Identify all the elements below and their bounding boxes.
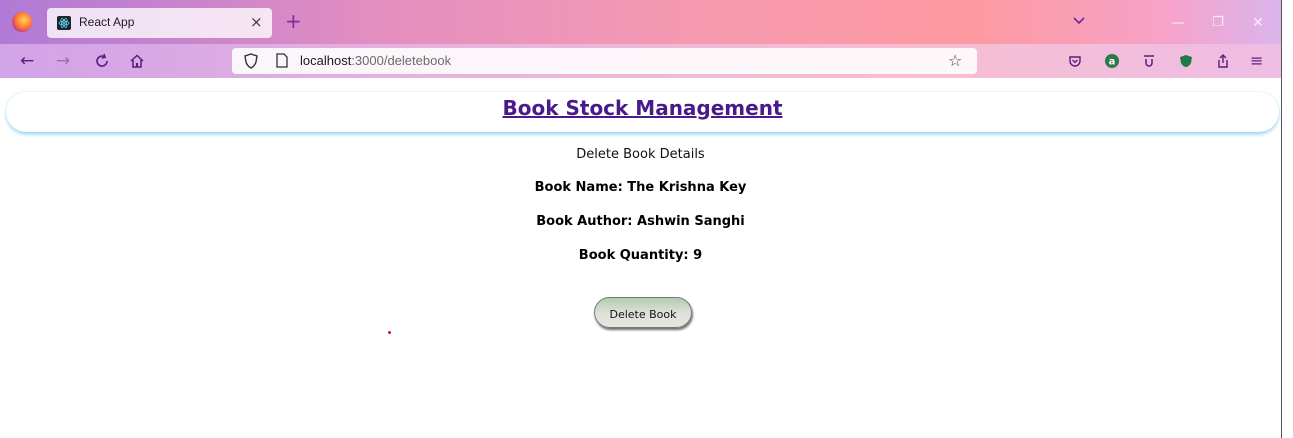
book-quantity-text: Book Quantity: 9 xyxy=(578,248,703,263)
tab-title: React App xyxy=(79,15,135,29)
bookmark-star-icon[interactable]: ☆ xyxy=(948,51,962,70)
tab-list-icon[interactable] xyxy=(1073,14,1085,28)
window-minimize-button[interactable]: — xyxy=(1160,10,1196,36)
page-info-icon[interactable] xyxy=(276,53,288,72)
header-card: Book Stock Management xyxy=(6,92,1279,132)
download-icon[interactable] xyxy=(1142,53,1156,67)
menu-icon[interactable]: ≡ xyxy=(1250,50,1263,72)
browser-tab-bar: React App × + — ❐ ✕ xyxy=(0,0,1293,44)
account-icon[interactable]: a xyxy=(1105,53,1119,68)
url-text: localhost:3000/deletebook xyxy=(300,53,451,68)
svg-text:a: a xyxy=(1109,57,1116,68)
url-host: localhost xyxy=(300,53,352,68)
window-close-button[interactable]: ✕ xyxy=(1240,10,1276,36)
tracking-shield-icon[interactable] xyxy=(244,53,258,73)
address-bar[interactable]: localhost:3000/deletebook ☆ xyxy=(232,48,977,74)
home-icon[interactable] xyxy=(129,50,145,75)
reload-icon[interactable] xyxy=(94,50,110,75)
stray-dot xyxy=(388,331,391,334)
share-icon[interactable] xyxy=(1215,53,1229,68)
delete-book-button[interactable]: Delete Book xyxy=(594,297,692,328)
tab-close-icon[interactable]: × xyxy=(250,13,263,31)
pocket-icon[interactable] xyxy=(1068,53,1082,67)
forward-arrow-icon[interactable]: → xyxy=(56,50,70,72)
react-favicon-icon xyxy=(57,16,71,30)
browser-tab-react-app[interactable]: React App × xyxy=(47,8,272,38)
window-maximize-button[interactable]: ❐ xyxy=(1200,10,1236,36)
url-path: :3000/deletebook xyxy=(351,53,452,68)
shield-extension-icon[interactable] xyxy=(1179,53,1193,67)
browser-nav-bar: ← → localhost:3000/deletebook ☆ a ≡ xyxy=(0,44,1281,78)
book-name-text: Book Name: The Krishna Key xyxy=(534,180,747,195)
firefox-logo-icon[interactable] xyxy=(12,12,32,32)
new-tab-icon[interactable]: + xyxy=(285,8,302,34)
back-arrow-icon[interactable]: ← xyxy=(20,50,34,72)
book-author-text: Book Author: Ashwin Sanghi xyxy=(536,214,745,229)
page-title[interactable]: Book Stock Management xyxy=(6,96,1279,120)
adjacent-window-edge xyxy=(1281,0,1293,438)
section-title: Delete Book Details xyxy=(576,147,705,162)
